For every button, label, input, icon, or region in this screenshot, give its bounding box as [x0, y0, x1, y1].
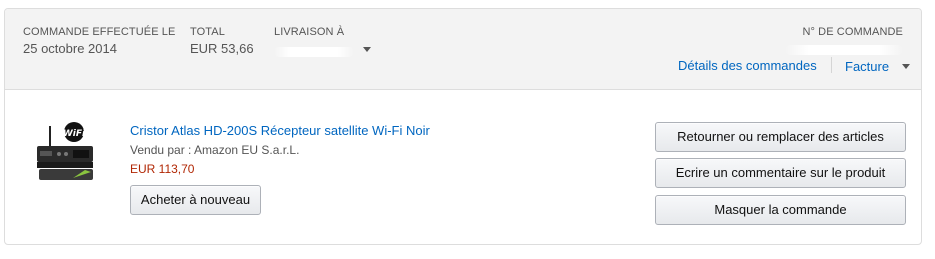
order-card: COMMANDE EFFECTUÉE LE 25 octobre 2014 TO… — [4, 8, 922, 245]
product-title-link[interactable]: Cristor Atlas HD-200S Récepteur satellit… — [130, 123, 430, 138]
wifi-badge-text: WiFi — [63, 129, 86, 139]
seller-text: Vendu par : Amazon EU S.a.r.L. — [130, 143, 300, 157]
satellite-receiver-image: WiFi — [37, 122, 93, 180]
redacted-recipient — [274, 47, 354, 57]
redacted-order-number — [785, 45, 903, 55]
invoice-dropdown[interactable]: Facture — [845, 58, 910, 76]
delivery-label: LIVRAISON À — [274, 26, 345, 38]
invoice-link[interactable]: Facture — [845, 59, 889, 74]
order-number-label: N° DE COMMANDE — [802, 26, 903, 38]
chevron-down-icon — [901, 64, 910, 69]
total-label: TOTAL — [190, 26, 225, 38]
hide-order-button[interactable]: Masquer la commande — [655, 195, 906, 225]
product-price: EUR 113,70 — [130, 162, 195, 176]
order-details-link[interactable]: Détails des commandes — [678, 58, 817, 73]
write-review-button[interactable]: Ecrire un commentaire sur le produit — [655, 158, 906, 188]
total-value: EUR 53,66 — [190, 41, 254, 56]
chevron-down-icon — [363, 47, 371, 52]
order-header: COMMANDE EFFECTUÉE LE 25 octobre 2014 TO… — [5, 9, 921, 90]
product-image[interactable]: WiFi — [33, 120, 97, 184]
header-link-divider — [831, 57, 832, 73]
return-replace-button[interactable]: Retourner ou remplacer des articles — [655, 122, 906, 152]
delivery-recipient-dropdown[interactable] — [274, 41, 374, 59]
buy-again-button[interactable]: Acheter à nouveau — [130, 185, 261, 215]
order-date-label: COMMANDE EFFECTUÉE LE — [23, 26, 176, 38]
order-date-value: 25 octobre 2014 — [23, 41, 117, 56]
